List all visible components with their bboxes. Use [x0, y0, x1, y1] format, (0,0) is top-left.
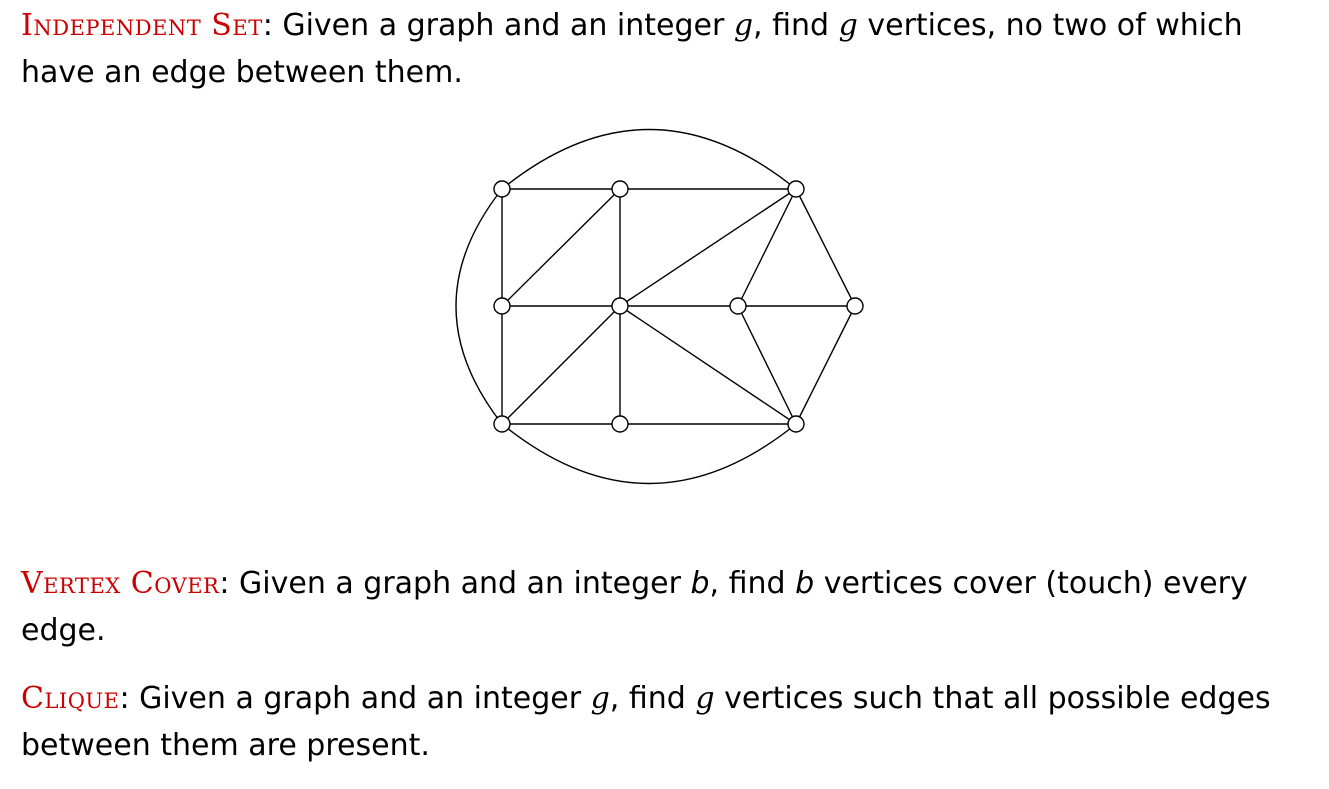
vertex-tr [787, 180, 805, 198]
vertex-cover-definition: Vertex Cover: Given a graph and an integ… [21, 560, 1311, 654]
vertex-cover-term: Vertex Cover [21, 566, 220, 601]
vertex-tm [611, 180, 629, 198]
clique-var-2: g [695, 681, 715, 716]
edge-tr-r [795, 188, 856, 307]
edge-c-bl [501, 305, 621, 425]
clique-term: Clique [21, 681, 120, 716]
clique-text-1: Given a graph and an integer [129, 681, 591, 716]
clique-var-1: g [590, 681, 610, 716]
edge-tm-ml [501, 188, 621, 307]
vertex-cover-var-1: b [690, 566, 710, 601]
arc-tl-tr [501, 128, 797, 190]
vertex-tl [493, 180, 511, 198]
edge-c-br [619, 305, 797, 425]
example-graph [455, 128, 864, 485]
vertex-c [611, 297, 629, 315]
edge-tr-m2 [737, 188, 797, 307]
vertex-r [846, 297, 864, 315]
vertex-br [787, 415, 805, 433]
vertex-cover-colon: : [219, 566, 230, 601]
clique-colon: : [119, 681, 130, 716]
vertex-bm [611, 415, 629, 433]
vertex-cover-var-2: b [795, 566, 815, 601]
edge-r-br [795, 305, 856, 425]
edge-tr-c [619, 188, 797, 307]
vertex-m2 [729, 297, 747, 315]
vertex-cover-text-2: , find [709, 566, 796, 601]
edge-m2-br [737, 305, 797, 425]
clique-text-2: , find [609, 681, 696, 716]
arc-bl-br [501, 423, 797, 485]
vertex-ml [493, 297, 511, 315]
vertex-cover-text-1: Given a graph and an integer [229, 566, 691, 601]
graph-edges [501, 188, 856, 425]
vertex-bl [493, 415, 511, 433]
clique-definition: Clique: Given a graph and an integer g, … [21, 675, 1311, 769]
